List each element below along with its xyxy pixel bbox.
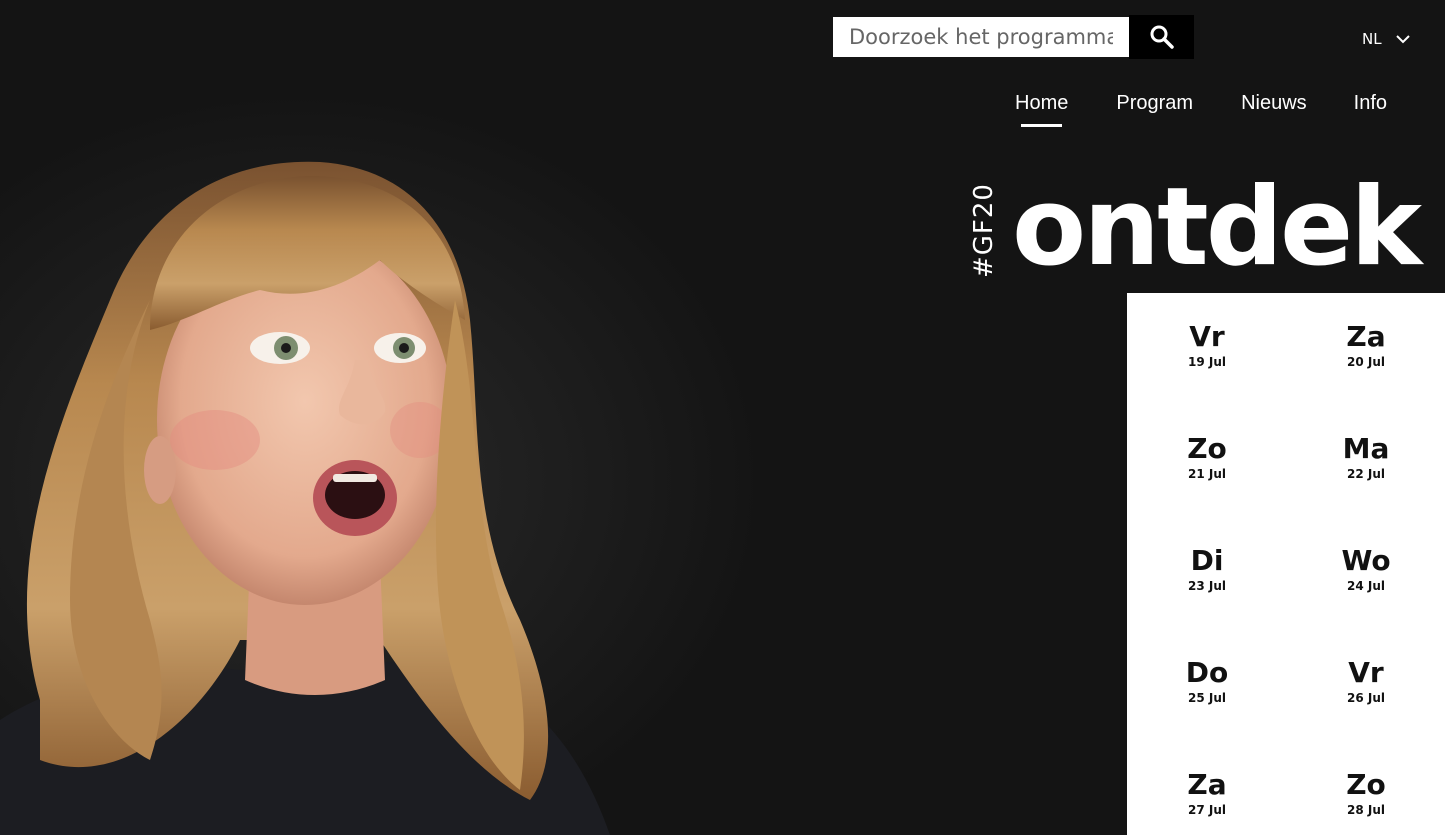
day-name: Vr xyxy=(1189,320,1225,353)
day-date: 20 Jul xyxy=(1347,355,1385,369)
day-name: Zo xyxy=(1346,768,1386,801)
day-date: 21 Jul xyxy=(1188,467,1226,481)
page-title: ontdek xyxy=(1012,165,1422,290)
day-date: 22 Jul xyxy=(1347,467,1385,481)
day-name: Ma xyxy=(1342,432,1390,465)
day-item[interactable]: Za 20 Jul xyxy=(1287,293,1445,405)
day-name: Za xyxy=(1346,320,1386,353)
day-name: Vr xyxy=(1348,656,1384,689)
day-name: Do xyxy=(1185,656,1229,689)
main-nav: Home Program Nieuws Info xyxy=(1015,92,1387,127)
nav-item-program[interactable]: Program xyxy=(1116,92,1193,115)
day-name: Wo xyxy=(1341,544,1391,577)
chevron-down-icon xyxy=(1395,34,1410,43)
day-item[interactable]: Vr 26 Jul xyxy=(1287,629,1445,741)
day-name: Di xyxy=(1190,544,1224,577)
day-date: 27 Jul xyxy=(1188,803,1226,817)
day-date: 24 Jul xyxy=(1347,579,1385,593)
day-selector: Vr 19 Jul Za 20 Jul Zo 21 Jul Ma 22 Jul Di 23… xyxy=(1127,293,1445,835)
language-selector[interactable]: NL xyxy=(1362,30,1410,48)
day-date: 19 Jul xyxy=(1188,355,1226,369)
day-date: 28 Jul xyxy=(1347,803,1385,817)
day-item[interactable]: Ma 22 Jul xyxy=(1287,405,1445,517)
day-name: Za xyxy=(1187,768,1227,801)
language-label: NL xyxy=(1362,30,1382,48)
nav-item-nieuws[interactable]: Nieuws xyxy=(1241,92,1307,115)
day-item[interactable]: Zo 21 Jul xyxy=(1127,405,1287,517)
nav-item-home[interactable]: Home xyxy=(1015,92,1068,127)
day-item[interactable]: Do 25 Jul xyxy=(1127,629,1287,741)
search-button[interactable] xyxy=(1129,15,1194,59)
day-date: 23 Jul xyxy=(1188,579,1226,593)
search-bar xyxy=(833,15,1194,59)
day-item[interactable]: Vr 19 Jul xyxy=(1127,293,1287,405)
day-date: 26 Jul xyxy=(1347,691,1385,705)
day-item[interactable]: Zo 28 Jul xyxy=(1287,741,1445,835)
nav-item-info[interactable]: Info xyxy=(1354,92,1387,115)
search-input[interactable] xyxy=(833,17,1129,57)
day-item[interactable]: Za 27 Jul xyxy=(1127,741,1287,835)
search-icon xyxy=(1150,25,1174,49)
festival-hashtag: #GF20 xyxy=(969,183,999,278)
day-item[interactable]: Wo 24 Jul xyxy=(1287,517,1445,629)
day-date: 25 Jul xyxy=(1188,691,1226,705)
day-item[interactable]: Di 23 Jul xyxy=(1127,517,1287,629)
day-name: Zo xyxy=(1187,432,1227,465)
